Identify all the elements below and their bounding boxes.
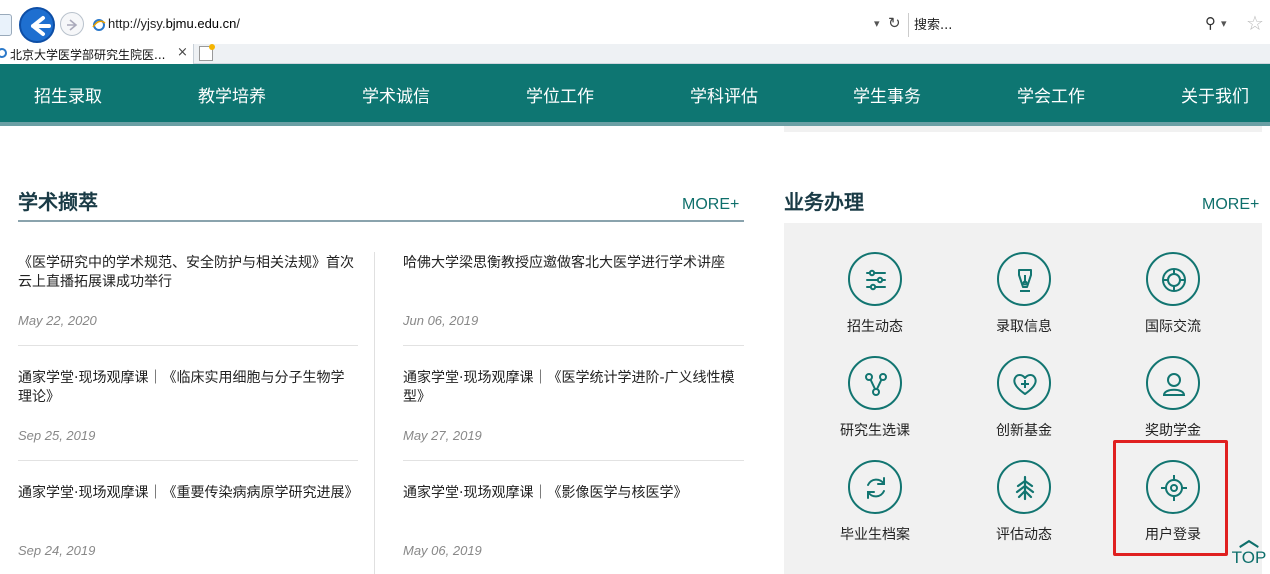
nav-item-integrity[interactable]: 学术诚信 [362,82,430,107]
service-label: 录取信息 [996,319,1052,335]
news-title[interactable]: 通家学堂·现场观摩课｜《医学统计学进阶-广义线性模型》 [403,369,745,407]
browser-toolbar: http://yjsy.bjmu.edu.cn/ ▾ ↻ ⚲ ▾ ☆ [0,0,1270,44]
highlight-box [1113,440,1228,556]
news-date: Jun 06, 2019 [403,313,479,328]
service-admission-info[interactable]: 录取信息 [964,252,1084,336]
address-dropdown-icon[interactable]: ▾ [874,17,880,30]
forward-button[interactable] [60,12,84,36]
service-course-selection[interactable]: 研究生选课 [815,356,935,440]
nav-item-about[interactable]: 关于我们 [1181,82,1249,107]
service-label: 创新基金 [996,423,1052,439]
pen-nib-icon [997,252,1051,306]
service-label: 国际交流 [1145,319,1201,335]
news-item[interactable]: 通家学堂·现场观摩课｜《临床实用细胞与分子生物学理论》 [18,369,358,407]
news-separator [403,460,744,461]
new-tab-button[interactable] [199,44,215,61]
sliders-icon [848,252,902,306]
news-date: May 27, 2019 [403,428,482,443]
service-label: 研究生选课 [840,423,910,439]
browser-tab[interactable]: 北京大学医学部研究生院医... × [0,44,194,64]
news-date: May 06, 2019 [403,543,482,558]
tab-close-icon[interactable]: × [177,45,188,60]
section-rule [18,220,744,222]
news-separator [18,345,358,346]
panel-top-strip [784,126,1262,132]
ie-page-icon [0,14,12,36]
user-icon [1146,356,1200,410]
service-label: 奖助学金 [1145,423,1201,439]
news-title[interactable]: 哈佛大学梁思衡教授应邀做客北大医学进行学术讲座 [403,254,745,273]
ie-favicon-icon [92,19,106,31]
nav-item-admissions[interactable]: 招生录取 [34,82,102,107]
arrow-right-icon [67,19,78,31]
back-to-top-button[interactable]: ︿ TOP [1228,527,1270,568]
service-graduate-archive[interactable]: 毕业生档案 [815,460,935,544]
arrow-left-icon [31,16,51,36]
service-international[interactable]: 国际交流 [1113,252,1233,336]
address-bar[interactable]: http://yjsy.bjmu.edu.cn/ ▾ ↻ [88,13,906,37]
back-button[interactable] [19,7,55,43]
service-label: 毕业生档案 [840,527,910,543]
news-date: May 22, 2020 [18,313,97,328]
search-box[interactable]: ⚲ ▾ [908,13,1240,37]
nav-item-student-affairs[interactable]: 学生事务 [853,82,921,107]
news-item[interactable]: 哈佛大学梁思衡教授应邀做客北大医学进行学术讲座 [403,254,745,273]
leaf-emblem-icon [997,460,1051,514]
nav-item-teaching[interactable]: 教学培养 [198,82,266,107]
search-input[interactable] [914,16,1184,34]
url-text[interactable]: http://yjsy.bjmu.edu.cn/ [108,16,240,31]
service-label: 招生动态 [847,319,903,335]
service-admission-news[interactable]: 招生动态 [815,252,935,336]
service-scholarship[interactable]: 奖助学金 [1113,356,1233,440]
main-nav: 招生录取 教学培养 学术诚信 学位工作 学科评估 学生事务 学会工作 关于我们 [0,64,1270,122]
column-divider [374,252,375,574]
refresh-icon [848,460,902,514]
nav-item-evaluation[interactable]: 学科评估 [690,82,758,107]
refresh-icon[interactable]: ↻ [888,14,901,32]
news-title[interactable]: 通家学堂·现场观摩课｜《重要传染病病原学研究进展》 [18,484,358,503]
news-item[interactable]: 通家学堂·现场观摩课｜《医学统计学进阶-广义线性模型》 [403,369,745,407]
news-separator [403,345,744,346]
branch-icon [848,356,902,410]
business-more-link[interactable]: MORE+ [1202,196,1259,214]
news-title[interactable]: 通家学堂·现场观摩课｜《临床实用细胞与分子生物学理论》 [18,369,358,407]
chevron-up-icon: ︿ [1239,527,1259,551]
search-dropdown-icon[interactable]: ▾ [1221,17,1227,30]
nav-item-degree[interactable]: 学位工作 [526,82,594,107]
service-label: 评估动态 [996,527,1052,543]
news-item[interactable]: 通家学堂·现场观摩课｜《重要传染病病原学研究进展》 [18,484,358,503]
favorites-star-icon[interactable]: ☆ [1246,11,1264,35]
business-section-title: 业务办理 [784,190,864,214]
news-separator [18,460,358,461]
news-item[interactable]: 《医学研究中的学术规范、安全防护与相关法规》首次云上直播拓展课成功举行 [18,254,358,292]
news-date: Sep 24, 2019 [18,543,96,558]
news-title[interactable]: 通家学堂·现场观摩课｜《影像医学与核医学》 [403,484,745,503]
tab-title: 北京大学医学部研究生院医... [10,48,166,62]
tab-favicon-icon [0,48,7,58]
heart-plus-icon [997,356,1051,410]
globe-ring-icon [1146,252,1200,306]
news-date: Sep 25, 2019 [18,428,96,443]
news-title[interactable]: 《医学研究中的学术规范、安全防护与相关法规》首次云上直播拓展课成功举行 [18,254,358,292]
service-evaluation-news[interactable]: 评估动态 [964,460,1084,544]
academic-more-link[interactable]: MORE+ [682,196,739,214]
tab-strip: 北京大学医学部研究生院医... × [0,44,1270,64]
academic-section-title: 学术撷萃 [18,190,98,214]
news-item[interactable]: 通家学堂·现场观摩课｜《影像医学与核医学》 [403,484,745,503]
nav-item-association[interactable]: 学会工作 [1017,82,1085,107]
service-innovation-fund[interactable]: 创新基金 [964,356,1084,440]
search-icon[interactable]: ⚲ [1205,14,1216,32]
top-label: TOP [1231,548,1267,567]
